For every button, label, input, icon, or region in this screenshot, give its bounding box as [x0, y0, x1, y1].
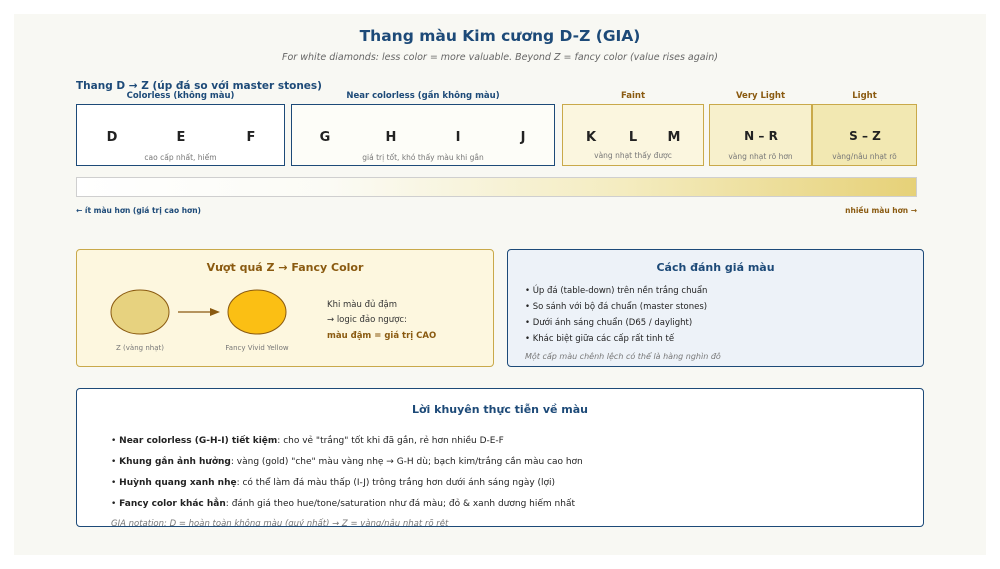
- grading-bullet-4: • Khác biệt giữa các cấp rất tinh tế: [525, 334, 675, 344]
- page-title: Thang màu Kim cương D-Z (GIA): [359, 27, 641, 45]
- practical-tips-panel: Lời khuyên thực tiễn về màu • Near color…: [76, 388, 924, 527]
- tip-1-bold: Near colorless (G-H-I) tiết kiệm: [119, 436, 278, 446]
- grade-l: L: [628, 130, 638, 145]
- tips-panel-title: Lời khuyên thực tiễn về màu: [411, 403, 589, 416]
- grade-m: M: [667, 130, 681, 145]
- grade-k: K: [585, 130, 597, 145]
- grade-i: I: [455, 130, 461, 145]
- tip-2-text: : vàng (gold) "che" màu vàng nhẹ → G-H d…: [230, 457, 583, 467]
- tips-note: GIA notation: D = hoàn toàn không màu (q…: [111, 519, 449, 527]
- grade-n-r: N – R: [744, 129, 778, 143]
- tip-item-4: • Fancy color khác hẳn: đánh giá theo hu…: [111, 499, 575, 509]
- tip-item-3: • Huỳnh quang xanh nhẹ: có thể làm đá mà…: [111, 478, 556, 488]
- arrowhead-icon: [210, 308, 220, 316]
- grading-note: Một cấp màu chênh lệch có thể là hàng ng…: [525, 352, 721, 361]
- color-gradient-bar: [76, 177, 917, 197]
- fancy-color-panel: Vượt quá Z → Fancy Color Z (vàng nhạt) F…: [76, 249, 494, 367]
- grade-d: D: [106, 130, 118, 145]
- fancy-line-3: màu đậm = giá trị CAO: [327, 331, 437, 341]
- grading-bullet-2: • So sánh với bộ đá chuẩn (master stones…: [525, 302, 708, 312]
- vivid-yellow-diamond-icon: [227, 289, 287, 335]
- grading-bullet-3: • Dưới ánh sáng chuẩn (D65 / daylight): [525, 318, 693, 328]
- grading-bullet-1: • Úp đá (table-down) trên nền trắng chuẩ…: [525, 286, 708, 296]
- note-near-colorless: giá trị tốt, khó thấy màu khi gắn: [362, 153, 484, 162]
- grading-panel-title: Cách đánh giá màu: [656, 261, 775, 274]
- grade-box-colorless: D E F cao cấp nhất, hiếm: [76, 104, 285, 166]
- more-color-label: nhiều màu hơn →: [845, 206, 917, 215]
- grade-e: E: [176, 130, 186, 145]
- vivid-label: Fancy Vivid Yellow: [225, 344, 289, 352]
- page-subtitle: For white diamonds: less color = more va…: [282, 52, 718, 63]
- tip-item-1: • Near colorless (G-H-I) tiết kiệm: cho …: [111, 436, 504, 446]
- group-label-faint: Faint: [620, 91, 646, 101]
- note-colorless: cao cấp nhất, hiếm: [144, 153, 217, 162]
- note-light: vàng/nâu nhạt rõ: [832, 152, 897, 161]
- grade-box-light: S – Z vàng/nâu nhạt rõ: [812, 104, 917, 166]
- grade-h: H: [385, 130, 397, 145]
- group-label-colorless: Colorless (không màu): [126, 91, 235, 101]
- tip-3-text: : có thể làm đá màu thấp (I-J) trông trắ…: [236, 478, 556, 488]
- grade-box-faint: K L M vàng nhạt thấy được: [562, 104, 704, 166]
- tip-4-bold: Fancy color khác hẳn: [119, 499, 226, 509]
- group-label-very-light: Very Light: [735, 91, 786, 101]
- pale-label: Z (vàng nhạt): [116, 344, 164, 352]
- tip-item-2: • Khung gắn ảnh hưởng: vàng (gold) "che"…: [111, 457, 583, 467]
- fancy-line-2: → logic đảo ngược:: [327, 315, 407, 325]
- group-label-light: Light: [852, 91, 877, 101]
- grade-f: F: [246, 130, 256, 145]
- tip-4-text: : đánh giá theo hue/tone/saturation như …: [225, 499, 575, 509]
- tip-1-text: : cho vẻ "trắng" tốt khi đã gắn, rẻ hơn …: [277, 436, 504, 446]
- group-label-near-colorless: Near colorless (gần không màu): [346, 91, 500, 101]
- grade-g: G: [319, 130, 331, 145]
- note-faint: vàng nhạt thấy được: [594, 151, 672, 160]
- tip-2-bold: Khung gắn ảnh hưởng: [119, 457, 231, 467]
- grade-s-z: S – Z: [849, 129, 881, 143]
- note-very-light: vàng nhạt rõ hơn: [728, 152, 793, 161]
- less-color-label: ← ít màu hơn (giá trị cao hơn): [76, 206, 201, 215]
- grading-method-panel: Cách đánh giá màu • Úp đá (table-down) t…: [507, 249, 924, 367]
- pale-yellow-diamond-icon: [110, 289, 170, 335]
- grade-box-near-colorless: G H I J giá trị tốt, khó thấy màu khi gắ…: [291, 104, 555, 166]
- grade-j: J: [520, 130, 526, 145]
- tip-3-bold: Huỳnh quang xanh nhẹ: [119, 478, 237, 488]
- grade-box-very-light: N – R vàng nhạt rõ hơn: [709, 104, 812, 166]
- fancy-line-1: Khi màu đủ đậm: [327, 300, 397, 310]
